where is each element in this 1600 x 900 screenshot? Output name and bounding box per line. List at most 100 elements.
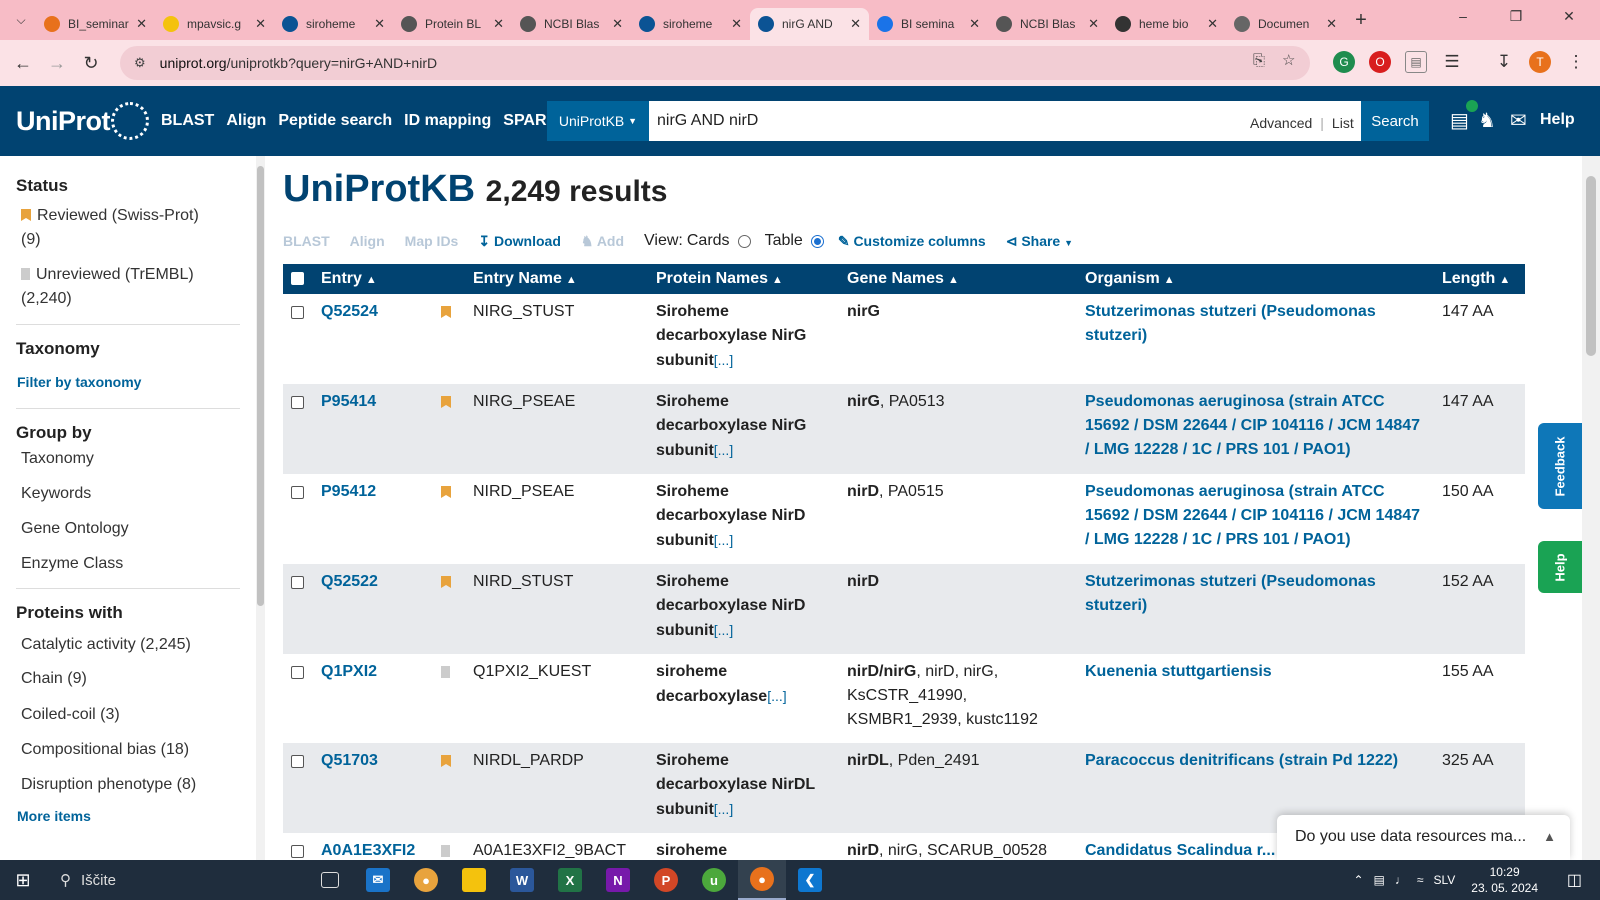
expand-protein-link[interactable]: [...] <box>714 352 733 368</box>
tab-close-icon[interactable]: ✕ <box>850 16 861 32</box>
search-button[interactable]: Search <box>1361 101 1429 141</box>
add-button[interactable]: ♞ Add <box>581 233 624 250</box>
filter-chain[interactable]: Chain (9) <box>21 667 87 691</box>
row-checkbox[interactable] <box>291 576 304 589</box>
entry-accession-link[interactable]: Q51703 <box>321 752 378 769</box>
forward-icon[interactable]: → <box>40 53 74 74</box>
entry-accession-link[interactable]: Q52522 <box>321 573 378 590</box>
entry-accession-link[interactable]: A0A1E3XFI2 <box>321 842 415 859</box>
download-button[interactable]: ↧ Download <box>478 233 561 250</box>
expand-protein-link[interactable]: [...] <box>767 688 786 704</box>
tab-search-icon[interactable]: ⌵ <box>6 6 36 34</box>
align-button[interactable]: Align <box>350 233 385 249</box>
help-tab[interactable]: Help <box>1538 541 1582 593</box>
uniprot-logo[interactable]: UniProt <box>16 102 149 140</box>
page-scrollbar[interactable] <box>1582 156 1600 860</box>
nav-align[interactable]: Align <box>226 112 266 129</box>
groupby-gene-ontology[interactable]: Gene Ontology <box>21 517 129 541</box>
feedback-tab[interactable]: Feedback <box>1538 423 1582 509</box>
tab-close-icon[interactable]: ✕ <box>731 16 742 32</box>
column-organism[interactable]: Organism ▲ <box>1077 264 1434 294</box>
table-radio[interactable] <box>810 234 824 248</box>
row-checkbox[interactable] <box>291 666 304 679</box>
file-explorer-icon[interactable] <box>450 860 498 900</box>
table-row[interactable]: P95412 NIRD_PSEAE Siroheme decarboxylase Ni… <box>283 474 1525 564</box>
browser-tab[interactable]: siroheme ✕ <box>274 8 393 40</box>
browser-tab[interactable]: siroheme ✕ <box>631 8 750 40</box>
browser-tab[interactable]: BI semina ✕ <box>869 8 988 40</box>
onenote-app-icon[interactable]: N <box>594 860 642 900</box>
excel-app-icon[interactable]: X <box>546 860 594 900</box>
column-length[interactable]: Length ▲ <box>1434 264 1525 294</box>
volume-icon[interactable]: ♩ <box>1395 873 1407 887</box>
column-gene-names[interactable]: Gene Names ▲ <box>839 264 1077 294</box>
bookmark-star-icon[interactable]: ☆ <box>1282 51 1295 69</box>
minimize-icon[interactable]: – <box>1448 8 1478 24</box>
site-info-icon[interactable]: ⚙ <box>134 55 146 71</box>
browser-tab[interactable]: BI_seminar ✕ <box>36 8 155 40</box>
browser-tab[interactable]: Protein BL ✕ <box>393 8 512 40</box>
tab-close-icon[interactable]: ✕ <box>374 16 385 32</box>
sidebar-scrollbar[interactable] <box>256 156 265 860</box>
groupby-keywords[interactable]: Keywords <box>21 482 91 506</box>
organism-link[interactable]: Kuenenia stuttgartiensis <box>1085 663 1272 680</box>
list-search-link[interactable]: List <box>1332 115 1354 131</box>
notifications-icon[interactable]: ◫ <box>1567 870 1582 890</box>
table-row[interactable]: Q52524 NIRG_STUST Siroheme decarboxylase Ni… <box>283 294 1525 384</box>
task-view-icon[interactable] <box>306 860 354 900</box>
row-checkbox[interactable] <box>291 755 304 768</box>
select-all-checkbox[interactable] <box>291 272 304 285</box>
customize-columns-button[interactable]: ✎ Customize columns <box>838 233 986 250</box>
page-scroll-thumb[interactable] <box>1586 176 1596 356</box>
filter-compositional-bias[interactable]: Compositional bias (18) <box>21 738 189 762</box>
browser-tab[interactable]: NCBI Blas ✕ <box>512 8 631 40</box>
tab-close-icon[interactable]: ✕ <box>1088 16 1099 32</box>
windows-start-icon[interactable]: ⊞ <box>0 870 46 891</box>
blast-button[interactable]: BLAST <box>283 233 330 249</box>
row-checkbox[interactable] <box>291 845 304 858</box>
browser-menu-icon[interactable]: ⋮ <box>1565 51 1587 73</box>
language-indicator[interactable]: SLV <box>1433 873 1455 887</box>
filter-unreviewed[interactable]: Unreviewed (TrEMBL) (2,240) <box>21 263 194 311</box>
share-button[interactable]: ⊲ Share ▼ <box>1006 233 1073 250</box>
groupby-enzyme-class[interactable]: Enzyme Class <box>21 552 123 576</box>
browser-tab[interactable]: NCBI Blas ✕ <box>988 8 1107 40</box>
expand-protein-link[interactable]: [...] <box>714 442 733 458</box>
organism-link[interactable]: Stutzerimonas stutzeri (Pseudomonas stut… <box>1085 303 1376 344</box>
expand-caret-icon[interactable]: ▲ <box>1543 829 1556 844</box>
advanced-search-link[interactable]: Advanced <box>1250 115 1312 131</box>
tab-close-icon[interactable]: ✕ <box>1326 16 1337 32</box>
row-checkbox[interactable] <box>291 306 304 319</box>
network-icon[interactable]: ▤ <box>1374 873 1385 887</box>
profile-avatar[interactable]: T <box>1529 51 1551 73</box>
tab-close-icon[interactable]: ✕ <box>1207 16 1218 32</box>
tab-close-icon[interactable]: ✕ <box>612 16 623 32</box>
clock[interactable]: 10:29 23. 05. 2024 <box>1471 864 1538 896</box>
torrent-app-icon[interactable]: u <box>690 860 738 900</box>
restore-icon[interactable]: ❐ <box>1501 8 1531 25</box>
filter-by-taxonomy-link[interactable]: Filter by taxonomy <box>17 374 141 390</box>
tab-close-icon[interactable]: ✕ <box>255 16 266 32</box>
tab-close-icon[interactable]: ✕ <box>136 16 147 32</box>
organism-link[interactable]: Stutzerimonas stutzeri (Pseudomonas stut… <box>1085 573 1376 614</box>
mail-app-icon[interactable]: ✉ <box>354 860 402 900</box>
tab-close-icon[interactable]: ✕ <box>969 16 980 32</box>
filter-catalytic-activity[interactable]: Catalytic activity (2,245) <box>21 633 191 657</box>
taskbar-search[interactable]: ⚲ Iščite <box>46 860 306 900</box>
organism-link[interactable]: Pseudomonas aeruginosa (strain ATCC 1569… <box>1085 393 1420 458</box>
vscode-app-icon[interactable]: ❮ <box>786 860 834 900</box>
wifi-icon[interactable]: ≈ <box>1417 873 1424 887</box>
expand-protein-link[interactable]: [...] <box>714 532 733 548</box>
downloads-icon[interactable]: ↧ <box>1493 51 1515 73</box>
table-row[interactable]: Q1PXI2 Q1PXI2_KUEST siroheme decarboxylase[… <box>283 654 1525 743</box>
document-extension-icon[interactable]: ▤ <box>1405 51 1427 73</box>
tray-chevron-icon[interactable]: ⌃ <box>1353 873 1363 887</box>
table-row[interactable]: Q52522 NIRD_STUST Siroheme decarboxylase Ni… <box>283 564 1525 654</box>
entry-accession-link[interactable]: Q1PXI2 <box>321 663 377 680</box>
more-items-link[interactable]: More items <box>17 808 91 824</box>
powerpoint-app-icon[interactable]: P <box>642 860 690 900</box>
column-protein-names[interactable]: Protein Names ▲ <box>648 264 839 294</box>
new-tab-button[interactable]: + <box>1345 9 1377 32</box>
entry-accession-link[interactable]: Q52524 <box>321 303 378 320</box>
organism-link[interactable]: Pseudomonas aeruginosa (strain ATCC 1569… <box>1085 483 1420 548</box>
